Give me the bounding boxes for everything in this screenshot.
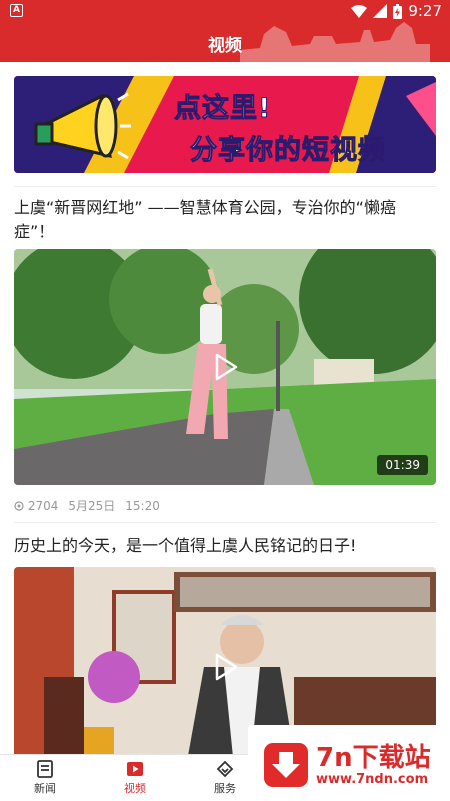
- video-feed[interactable]: 点这里! 分享你的短视频 上虞“新晋网红地” ——智慧体育公园，专治你的“懒癌症…: [0, 62, 450, 754]
- view-count-value: 2704: [27, 498, 59, 513]
- battery-icon: [393, 3, 403, 19]
- video-thumbnail[interactable]: 01:39: [14, 249, 436, 485]
- megaphone-icon: [34, 92, 131, 160]
- signal-icon: [373, 4, 388, 18]
- video-duration: 01:39: [377, 455, 428, 475]
- view-count: 2704: [14, 499, 58, 513]
- site-watermark: 7n下载站 www.7ndn.com: [248, 725, 450, 800]
- play-icon[interactable]: [210, 652, 240, 682]
- download-logo-icon: [264, 743, 308, 787]
- publish-date: 5月25日: [68, 499, 116, 513]
- watermark-url: www.7ndn.com: [316, 772, 429, 787]
- share-video-banner[interactable]: 点这里! 分享你的短视频: [14, 76, 436, 173]
- service-icon: [216, 760, 234, 778]
- watermark-name: 7n下载站: [316, 743, 431, 773]
- divider: [14, 522, 436, 523]
- video-title[interactable]: 上虞“新晋网红地” ——智慧体育公园，专治你的“懒癌症”！: [14, 196, 436, 244]
- status-right: 9:27: [351, 2, 442, 20]
- play-icon[interactable]: [210, 352, 240, 382]
- video-meta: 2704 5月25日 15:20: [14, 497, 160, 514]
- tab-news[interactable]: 新闻: [0, 755, 90, 801]
- wifi-icon: [351, 4, 368, 18]
- news-icon: [37, 760, 53, 778]
- app-header: 视频: [0, 22, 450, 62]
- tab-news-label: 新闻: [34, 782, 56, 795]
- page-title: 视频: [208, 36, 242, 56]
- tab-video[interactable]: 视频: [90, 755, 180, 801]
- divider: [14, 186, 436, 187]
- banner-line-1: 点这里!: [173, 93, 272, 125]
- publish-time: 15:20: [125, 498, 160, 513]
- status-time: 9:27: [408, 2, 442, 20]
- banner-line-2: 分享你的短视频: [190, 135, 386, 167]
- status-bar: A 9:27: [0, 0, 450, 22]
- video-icon: [127, 762, 143, 776]
- tab-service-label: 服务: [214, 782, 236, 795]
- video-title[interactable]: 历史上的今天，是一个值得上虞人民铭记的日子!: [14, 534, 436, 558]
- tab-video-label: 视频: [124, 782, 146, 795]
- views-icon: [14, 500, 24, 511]
- notification-icon: A: [10, 4, 23, 17]
